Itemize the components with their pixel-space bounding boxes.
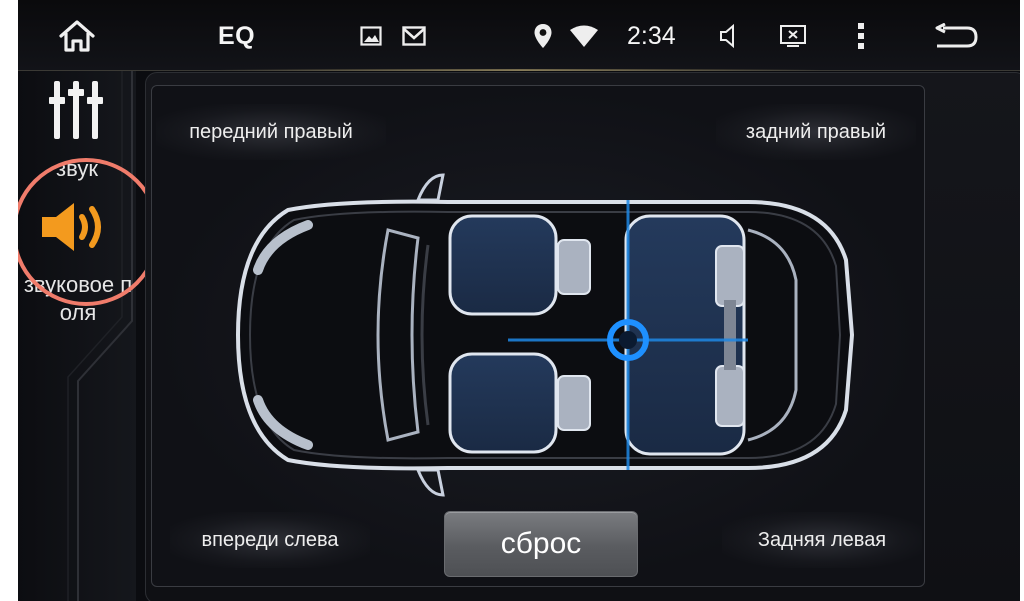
car-diagram xyxy=(228,170,868,505)
reset-button[interactable]: сброс xyxy=(444,511,638,577)
menu-icon[interactable] xyxy=(846,14,876,58)
sidebar: звук звуковое поля xyxy=(18,71,136,601)
location-icon xyxy=(528,14,558,58)
status-bar: EQ 2:34 xyxy=(18,0,1020,71)
home-icon[interactable] xyxy=(52,14,102,58)
back-icon[interactable] xyxy=(930,14,982,58)
equalizer-icon xyxy=(48,79,104,146)
mail-icon xyxy=(398,14,430,58)
rear-left-button[interactable]: Задняя левая xyxy=(722,512,922,568)
rear-right-button[interactable]: задний правый xyxy=(716,104,916,160)
wifi-icon xyxy=(566,14,602,58)
clock: 2:34 xyxy=(627,22,676,50)
page-title: EQ xyxy=(218,22,256,50)
front-left-button[interactable]: впереди слева xyxy=(170,512,370,568)
screenshot-icon[interactable] xyxy=(776,14,810,58)
front-right-button[interactable]: передний правый xyxy=(156,104,386,160)
highlight-ring xyxy=(18,158,160,306)
gallery-icon xyxy=(356,14,386,58)
volume-icon[interactable] xyxy=(714,14,744,58)
eq-screen: EQ 2:34 звук звуковое поля передний прав… xyxy=(18,0,1020,601)
